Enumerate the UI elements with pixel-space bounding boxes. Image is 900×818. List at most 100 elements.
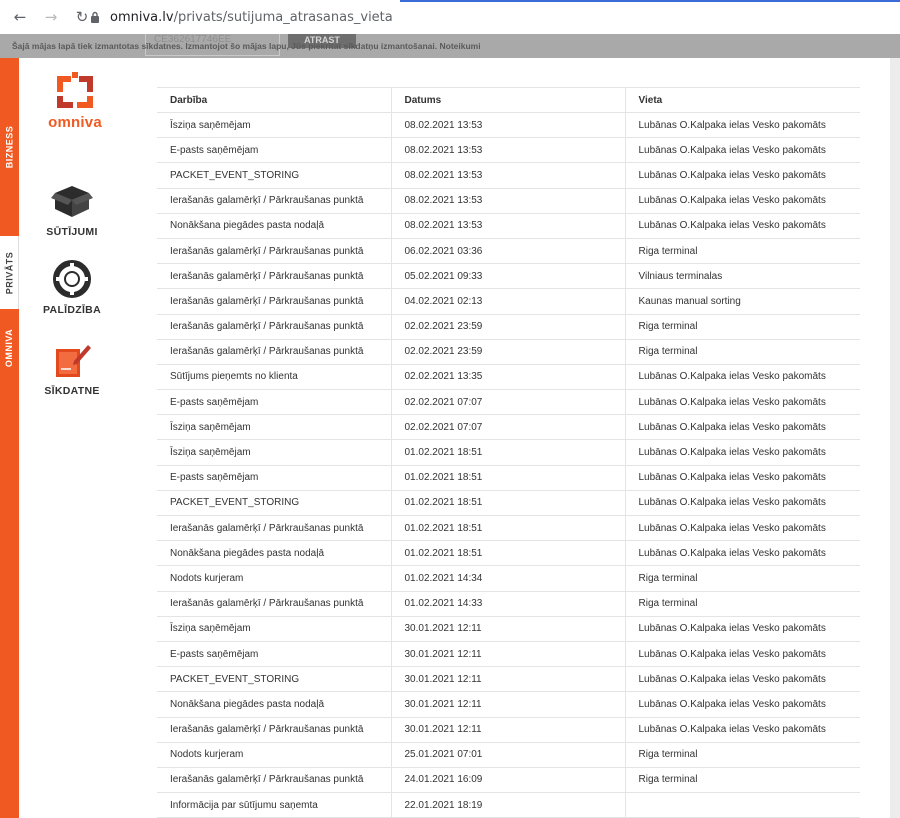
cell-action: PACKET_EVENT_STORING [157,162,391,189]
cell-action: Ierašanās galamērķī / Pārkraušanas punkt… [157,314,391,340]
cell-date: 08.02.2021 13:53 [390,162,625,189]
table-row: Ierašanās galamērķī / Pārkraušanas punkt… [157,188,860,214]
cell-action: PACKET_EVENT_STORING [157,490,391,517]
table-row: Ierašanās galamērķī / Pārkraušanas punkt… [157,339,860,365]
tab-privats[interactable]: PRIVĀTS [0,236,19,309]
cell-action: Nodots kurjeram [157,742,391,768]
tab-privats-label: PRIVĀTS [4,251,15,294]
cell-date: 30.01.2021 12:11 [390,691,625,718]
column-header-vieta: Vieta [624,87,860,113]
cell-date: 22.01.2021 18:19 [390,792,625,818]
cell-action: Sūtījums pieņemts no klienta [157,364,391,391]
cell-date: 02.02.2021 23:59 [390,339,625,365]
cell-action: E-pasts saņēmējam [157,465,391,491]
cell-action: Ierašanās galamērķī / Pārkraušanas punkt… [157,288,391,315]
cell-action: Īsziņa saņēmējam [157,616,391,642]
main-content: Darbība Datums Vieta Īsziņa saņēmējam 08.… [125,58,890,818]
cell-location: Lubānas O.Kalpaka ielas Vesko pakomāts [624,666,860,693]
cell-location: Lubānas O.Kalpaka ielas Vesko pakomāts [624,162,860,189]
table-row: Informācija par sūtījumu saņemta 22.01.20… [157,792,860,818]
nav-sutijumi[interactable]: SŪTĪJUMI [19,182,125,238]
cell-location: Riga terminal [624,591,860,617]
cell-date: 08.02.2021 13:53 [390,112,625,139]
table-row: Nonākšana piegādes pasta nodaļā 30.01.202… [157,691,860,718]
cell-date: 02.02.2021 13:35 [390,364,625,391]
lifebuoy-icon [53,260,91,298]
cell-location: Riga terminal [624,742,860,768]
cell-location [624,792,860,818]
cell-location: Lubānas O.Kalpaka ielas Vesko pakomāts [624,717,860,743]
cell-location: Riga terminal [624,314,860,340]
table-row: Ierašanās galamērķī / Pārkraušanas punkt… [157,767,860,794]
cell-action: Informācija par sūtījumu saņemta [157,792,391,818]
package-icon [51,186,93,217]
nav-palidziba-label: PALĪDZĪBA [43,304,101,316]
forward-arrow-icon[interactable]: → [40,6,62,28]
address-bar[interactable]: omniva.lv/privats/sutijuma_atrasanas_vie… [88,5,900,29]
column-header-darbiba: Darbība [157,87,391,113]
tab-bizness[interactable]: BIZNESS [0,58,19,236]
nav-palidziba[interactable]: PALĪDZĪBA [19,260,125,316]
tab-strip-accent [400,0,900,2]
table-row: PACKET_EVENT_STORING 08.02.2021 13:53 Lubā… [157,162,860,189]
browser-toolbar: ← → ↻ omniva.lv/privats/sutijuma_atrasan… [0,0,900,34]
table-body: Īsziņa saņēmējam 08.02.2021 13:53 Lubānas … [157,112,860,818]
cell-location: Lubānas O.Kalpaka ielas Vesko pakomāts [624,364,860,391]
cell-date: 02.02.2021 23:59 [390,314,625,340]
table-row: Ierašanās galamērķī / Pārkraušanas punkt… [157,314,860,340]
table-row: Īsziņa saņēmējam 01.02.2021 18:51 Lubānas … [157,439,860,466]
cell-location: Lubānas O.Kalpaka ielas Vesko pakomāts [624,540,860,567]
tab-omniva[interactable]: OMNIVA [0,309,19,818]
cell-action: Ierašanās galamērķī / Pārkraušanas punkt… [157,591,391,617]
cell-date: 01.02.2021 14:34 [390,565,625,592]
table-row: E-pasts saņēmējam 02.02.2021 07:07 Lubānas… [157,389,860,416]
tab-omniva-label: OMNIVA [4,328,15,368]
cell-date: 01.02.2021 18:51 [390,490,625,517]
cell-date: 01.02.2021 18:51 [390,515,625,542]
cell-date: 02.02.2021 07:07 [390,389,625,416]
table-row: Ierašanās galamērķī / Pārkraušanas punkt… [157,263,860,290]
tab-bizness-label: BIZNESS [4,125,15,169]
lock-icon [88,9,102,25]
column-header-datums: Datums [390,87,625,113]
cell-action: Ierašanās galamērķī / Pārkraušanas punkt… [157,263,391,290]
cell-date: 01.02.2021 18:51 [390,439,625,466]
cell-location: Lubānas O.Kalpaka ielas Vesko pakomāts [624,616,860,642]
omniva-logo[interactable]: omniva [45,70,105,140]
cookie-notice-text[interactable]: Šajā mājas lapā tiek izmantotas sīkdatne… [12,41,481,51]
cell-location: Vilniaus terminalas [624,263,860,290]
nav-sikdatne[interactable]: SĪKDATNE [19,341,125,397]
cell-location: Lubānas O.Kalpaka ielas Vesko pakomāts [624,414,860,441]
table-row: Ierašanās galamērķī / Pārkraušanas punkt… [157,515,860,542]
cell-action: PACKET_EVENT_STORING [157,666,391,693]
cell-date: 30.01.2021 12:11 [390,641,625,668]
cell-date: 30.01.2021 12:11 [390,616,625,642]
cell-action: E-pasts saņēmējam [157,641,391,668]
cell-location: Kaunas manual sorting [624,288,860,315]
cell-location: Lubānas O.Kalpaka ielas Vesko pakomāts [624,188,860,214]
table-row: Nonākšana piegādes pasta nodaļā 08.02.202… [157,213,860,239]
segment-tabs: BIZNESS PRIVĀTS OMNIVA [0,58,19,818]
table-row: PACKET_EVENT_STORING 30.01.2021 12:11 Lubā… [157,666,860,693]
cell-action: Ierašanās galamērķī / Pārkraušanas punkt… [157,188,391,214]
cell-action: Īsziņa saņēmējam [157,112,391,139]
url-domain: omniva.lv [110,9,174,25]
table-row: Nonākšana piegādes pasta nodaļā 01.02.202… [157,540,860,567]
nav-sikdatne-label: SĪKDATNE [44,385,100,397]
table-row: Ierašanās galamērķī / Pārkraušanas punkt… [157,591,860,617]
table-row: E-pasts saņēmējam 08.02.2021 13:53 Lubānas… [157,137,860,164]
cell-location: Lubānas O.Kalpaka ielas Vesko pakomāts [624,213,860,239]
table-row: E-pasts saņēmējam 01.02.2021 18:51 Lubānas… [157,465,860,491]
cell-location: Lubānas O.Kalpaka ielas Vesko pakomāts [624,641,860,668]
table-row: Sūtījums pieņemts no klienta 02.02.2021 1… [157,364,860,391]
table-row: Nodots kurjeram 25.01.2021 07:01 Riga term… [157,742,860,768]
cell-action: Ierašanās galamērķī / Pārkraušanas punkt… [157,515,391,542]
cell-date: 01.02.2021 18:51 [390,465,625,491]
side-navigation: omniva SŪTĪJUMI PALĪDZĪBA SĪKDATNE [19,58,125,818]
cookie-banner: CE362617746EE ATRAST Šajā mājas lapā tie… [0,34,900,58]
cell-location: Lubānas O.Kalpaka ielas Vesko pakomāts [624,112,860,139]
back-arrow-icon[interactable]: ← [9,6,31,28]
cell-action: Ierašanās galamērķī / Pārkraušanas punkt… [157,238,391,265]
cell-location: Lubānas O.Kalpaka ielas Vesko pakomāts [624,465,860,491]
table-row: PACKET_EVENT_STORING 01.02.2021 18:51 Lubā… [157,490,860,517]
